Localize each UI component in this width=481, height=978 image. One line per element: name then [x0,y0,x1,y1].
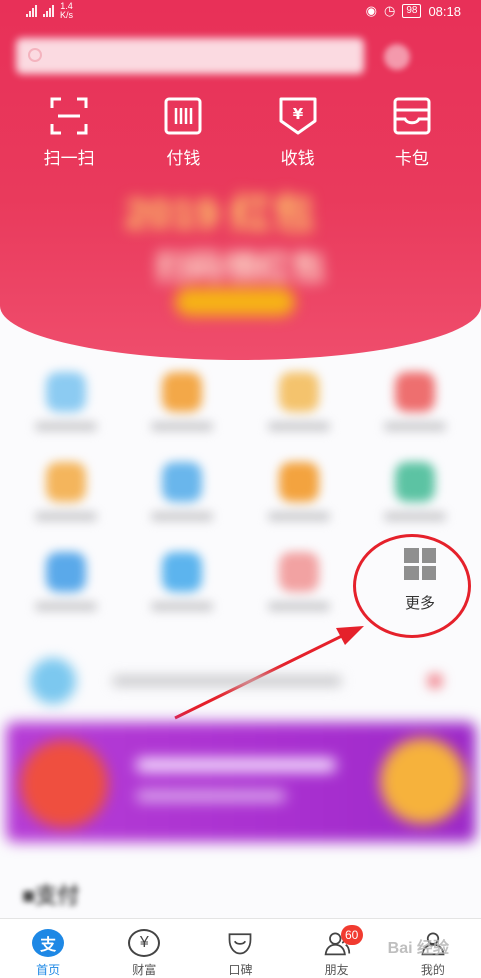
tab-friends[interactable]: 60 朋友 [297,919,377,978]
tab-friends-label: 朋友 [324,963,349,977]
tab-mine-label: 我的 [420,963,445,977]
notice-row[interactable] [12,652,472,708]
wealth-yen-icon: ¥ [128,929,161,957]
notice-text [112,676,342,686]
tab-home-label: 首页 [36,963,61,977]
friends-badge: 60 [340,925,363,945]
ad-banner[interactable] [6,722,476,842]
koubei-icon [229,933,252,955]
alipay-home-icon: 支 [32,929,65,957]
banner-left-graphic [20,740,108,828]
notice-dot [428,674,442,688]
tab-home[interactable]: 支 首页 [8,919,88,978]
banner-subtitle [136,790,286,802]
tab-koubei[interactable]: 口碑 [200,919,280,978]
tab-koubei-label: 口碑 [228,963,253,977]
section-title: ■支付 [22,883,80,908]
tab-wealth[interactable]: ¥ 财富 [104,919,184,978]
tab-wealth-label: 财富 [132,963,157,977]
notice-icon [30,658,76,704]
banner-title [136,758,336,772]
watermark-logo: Bai 经验 [387,940,449,957]
banner-right-graphic [380,738,466,824]
